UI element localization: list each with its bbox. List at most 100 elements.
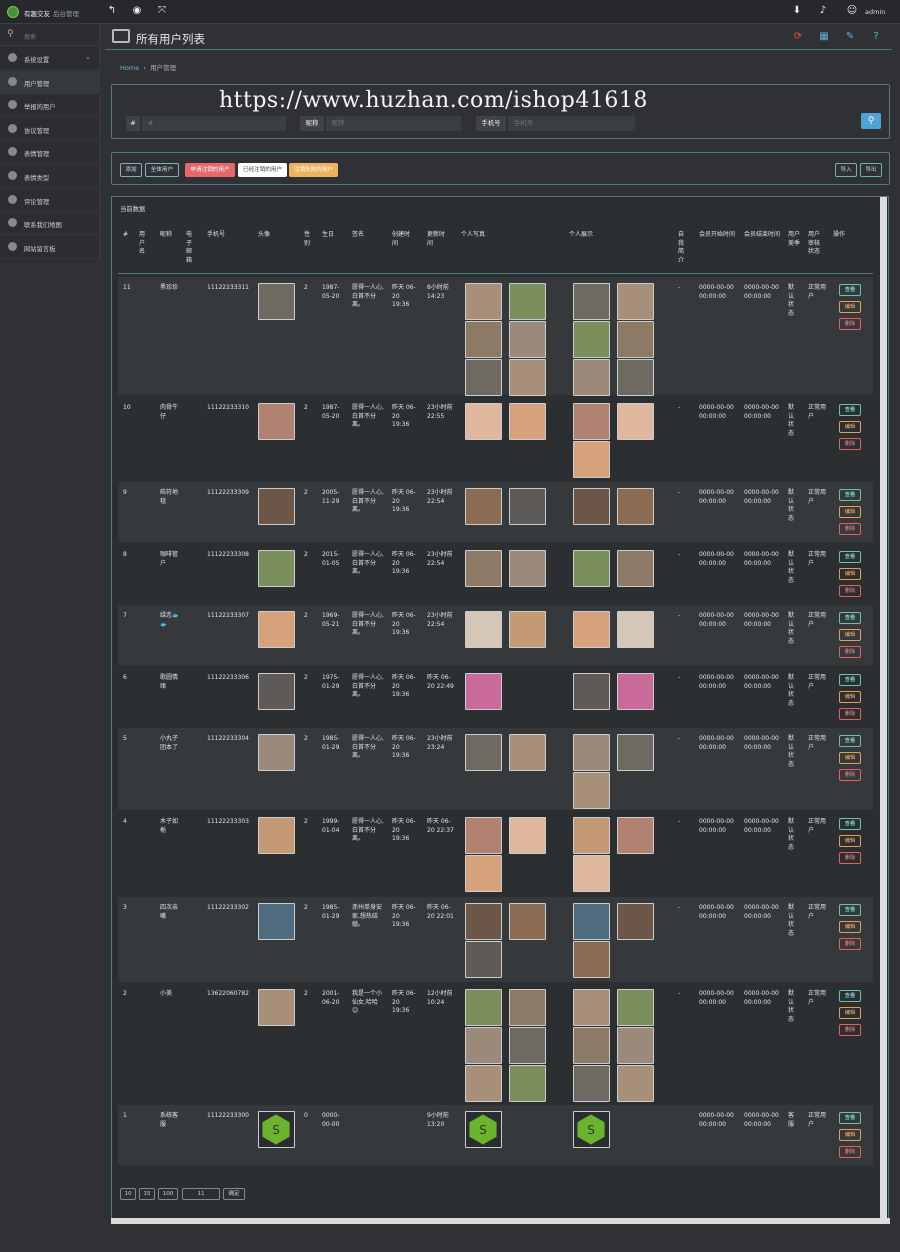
avatar[interactable] (258, 611, 295, 648)
display-thumbnail[interactable] (573, 550, 610, 587)
grid-icon[interactable]: ▦ (818, 31, 830, 43)
display-thumbnail[interactable] (573, 817, 610, 854)
photo-thumbnail[interactable] (509, 1027, 546, 1064)
photo-thumbnail[interactable] (465, 359, 502, 396)
sidebar-item-users[interactable]: 用户管理 (0, 71, 100, 94)
photo-thumbnail[interactable] (509, 403, 546, 440)
avatar[interactable] (258, 734, 295, 771)
photo-thumbnail[interactable] (465, 1027, 502, 1064)
back-icon[interactable]: ↰ (106, 5, 118, 17)
edit-button[interactable]: 编辑 (839, 421, 861, 433)
display-thumbnail[interactable] (617, 673, 654, 710)
avatar[interactable] (258, 403, 295, 440)
page-size-100[interactable]: 100 (158, 1188, 178, 1200)
display-thumbnail[interactable] (573, 403, 610, 440)
edit-button[interactable]: 编辑 (839, 506, 861, 518)
view-button[interactable]: 查看 (839, 904, 861, 916)
photo-thumbnail[interactable] (509, 817, 546, 854)
display-thumbnail[interactable] (573, 989, 610, 1026)
sidebar-item-guestbook[interactable]: 网站留言板 (0, 236, 100, 259)
view-button[interactable]: 查看 (839, 404, 861, 416)
display-thumbnail[interactable] (617, 989, 654, 1026)
view-button[interactable]: 查看 (839, 489, 861, 501)
avatar[interactable] (258, 488, 295, 525)
display-thumbnail[interactable] (617, 1027, 654, 1064)
view-button[interactable]: 查看 (839, 674, 861, 686)
photo-thumbnail[interactable] (465, 855, 502, 892)
delete-button[interactable]: 删除 (839, 708, 861, 720)
sidebar-item-contact-map[interactable]: 联系我们地图 (0, 212, 100, 235)
photo-thumbnail[interactable] (465, 989, 502, 1026)
delete-button[interactable]: 删除 (839, 438, 861, 450)
photo-thumbnail[interactable] (465, 1065, 502, 1102)
cancelled-button[interactable]: 已经注销的用户 (238, 163, 287, 177)
avatar[interactable] (258, 903, 295, 940)
edit-button[interactable]: 编辑 (839, 752, 861, 764)
sidebar-search[interactable]: ⚲ 搜索 (0, 24, 100, 46)
sidebar-item-system[interactable]: 系统设置 ⌄ (0, 47, 100, 70)
display-thumbnail[interactable] (617, 283, 654, 320)
horizontal-scrollbar[interactable] (111, 1218, 890, 1224)
phone-input[interactable] (508, 116, 635, 131)
edit-button[interactable]: 编辑 (839, 568, 861, 580)
fullscreen-icon[interactable]: ⤧ (156, 5, 168, 17)
delete-button[interactable]: 删除 (839, 769, 861, 781)
photo-thumbnail[interactable] (509, 321, 546, 358)
display-thumbnail[interactable] (573, 1065, 610, 1102)
display-thumbnail[interactable] (573, 488, 610, 525)
display-thumbnail[interactable] (617, 1065, 654, 1102)
photo-thumbnail[interactable] (509, 734, 546, 771)
display-thumbnail[interactable] (573, 283, 610, 320)
sidebar-item-emoji-type[interactable]: 表情类型 (0, 165, 100, 188)
delete-button[interactable]: 删除 (839, 523, 861, 535)
photo-thumbnail[interactable] (509, 488, 546, 525)
delete-button[interactable]: 删除 (839, 1024, 861, 1036)
display-thumbnail[interactable] (617, 903, 654, 940)
display-thumbnail[interactable] (573, 321, 610, 358)
search-button[interactable]: ⚲ (861, 113, 881, 129)
view-button[interactable]: 查看 (839, 818, 861, 830)
display-thumbnail[interactable]: S (573, 1111, 610, 1148)
delete-button[interactable]: 删除 (839, 318, 861, 330)
display-thumbnail[interactable] (617, 403, 654, 440)
page-size-10[interactable]: 10 (120, 1188, 136, 1200)
display-thumbnail[interactable] (573, 611, 610, 648)
photo-thumbnail[interactable] (465, 903, 502, 940)
delete-button[interactable]: 删除 (839, 938, 861, 950)
photo-thumbnail[interactable] (465, 941, 502, 978)
sidebar-item-reported[interactable]: 举报的用户 (0, 94, 100, 117)
avatar[interactable] (258, 989, 295, 1026)
display-thumbnail[interactable] (617, 550, 654, 587)
photo-thumbnail[interactable]: S (465, 1111, 502, 1148)
photo-thumbnail[interactable] (465, 550, 502, 587)
display-thumbnail[interactable] (573, 359, 610, 396)
view-button[interactable]: 查看 (839, 612, 861, 624)
photo-thumbnail[interactable] (509, 359, 546, 396)
bell-icon[interactable]: ♪ (817, 5, 829, 17)
avatar[interactable] (258, 673, 295, 710)
photo-thumbnail[interactable] (465, 673, 502, 710)
home-link[interactable]: Home (120, 64, 139, 72)
edit-button[interactable]: 编辑 (839, 691, 861, 703)
photo-thumbnail[interactable] (465, 611, 502, 648)
photo-thumbnail[interactable] (509, 989, 546, 1026)
photo-thumbnail[interactable] (509, 550, 546, 587)
add-button[interactable]: 添加 (120, 163, 142, 177)
display-thumbnail[interactable] (573, 1027, 610, 1064)
delete-button[interactable]: 删除 (839, 852, 861, 864)
display-thumbnail[interactable] (573, 772, 610, 809)
photo-thumbnail[interactable] (509, 903, 546, 940)
edit-button[interactable]: 编辑 (839, 629, 861, 641)
avatar[interactable] (258, 283, 295, 320)
edit-button[interactable]: 编辑 (839, 301, 861, 313)
view-button[interactable]: 查看 (839, 990, 861, 1002)
home-icon[interactable]: ◉ (131, 5, 143, 17)
display-thumbnail[interactable] (573, 855, 610, 892)
applying-cancel-button[interactable]: 申请注销的用户 (185, 163, 235, 177)
photo-thumbnail[interactable] (465, 403, 502, 440)
photo-thumbnail[interactable] (509, 1065, 546, 1102)
photo-thumbnail[interactable] (465, 488, 502, 525)
photo-thumbnail[interactable] (465, 321, 502, 358)
photo-thumbnail[interactable] (465, 817, 502, 854)
display-thumbnail[interactable] (573, 673, 610, 710)
